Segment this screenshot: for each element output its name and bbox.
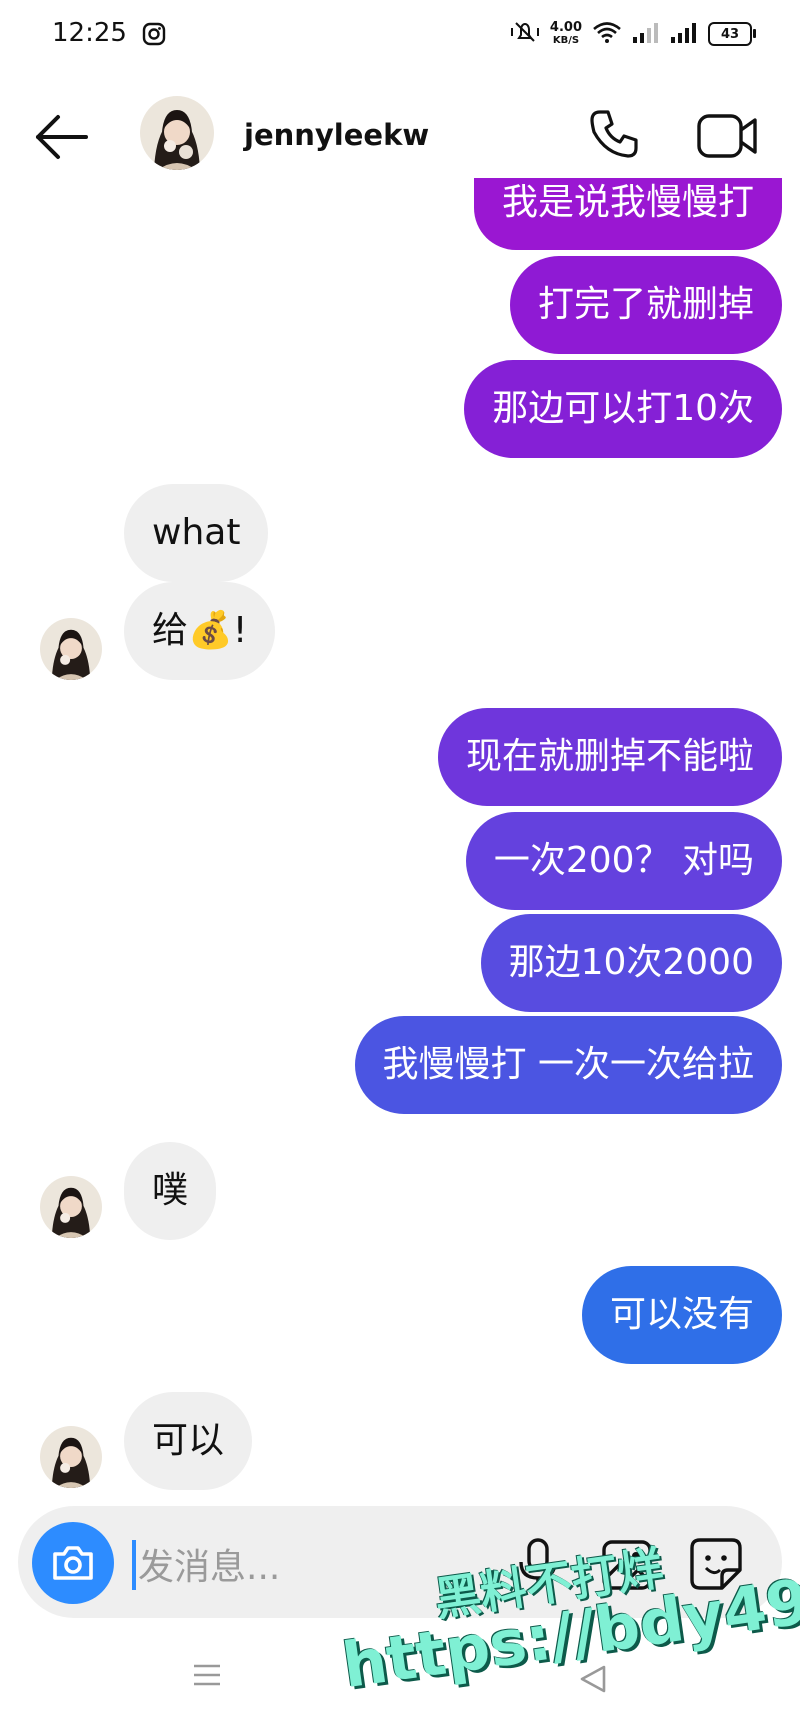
instagram-notification-icon [142,22,166,50]
incoming-message-bubble[interactable]: 噗 [124,1142,217,1240]
signal-icon-1 [632,21,660,47]
outgoing-message-bubble[interactable]: 一次200？ 对吗 [465,812,782,910]
camera-icon [53,1546,93,1580]
phone-call-icon[interactable] [586,106,642,162]
outgoing-message-bubble[interactable]: 我是说我慢慢打 [473,178,782,250]
video-call-icon[interactable] [696,108,760,164]
outgoing-message-bubble[interactable]: 我慢慢打 一次一次给拉 [354,1016,782,1114]
contact-avatar[interactable] [40,618,102,680]
outgoing-message-bubble[interactable]: 可以没有 [581,1266,782,1364]
contact-avatar[interactable] [140,96,214,170]
camera-button[interactable] [32,1522,114,1604]
signal-icon-2 [670,21,698,47]
incoming-message-bubble[interactable]: what [124,484,269,582]
network-speed: 4.00 KB/S [550,21,582,47]
wifi-icon [592,20,622,48]
outgoing-message-bubble[interactable]: 现在就删掉不能啦 [437,708,782,806]
outgoing-message-bubble[interactable]: 打完了就删掉 [509,256,782,354]
network-speed-value: 4.00 [549,20,582,35]
outgoing-message-bubble[interactable]: 那边10次2000 [480,914,782,1012]
mute-icon [510,20,540,48]
incoming-message-bubble[interactable]: 可以 [124,1392,253,1490]
contact-username[interactable]: jennyleekw [244,118,429,152]
incoming-message-bubble[interactable]: 给💰! [124,582,276,680]
menu-icon[interactable] [192,1660,222,1694]
contact-avatar[interactable] [40,1426,102,1488]
network-speed-unit: KB/S [552,35,580,46]
battery-indicator: 43 [708,22,756,46]
status-indicators: 4.00 KB/S 43 [510,20,756,48]
contact-avatar[interactable] [40,1176,102,1238]
back-arrow-icon[interactable] [34,112,90,162]
status-time: 12:25 [52,18,127,48]
outgoing-message-bubble[interactable]: 那边可以打10次 [464,360,782,458]
